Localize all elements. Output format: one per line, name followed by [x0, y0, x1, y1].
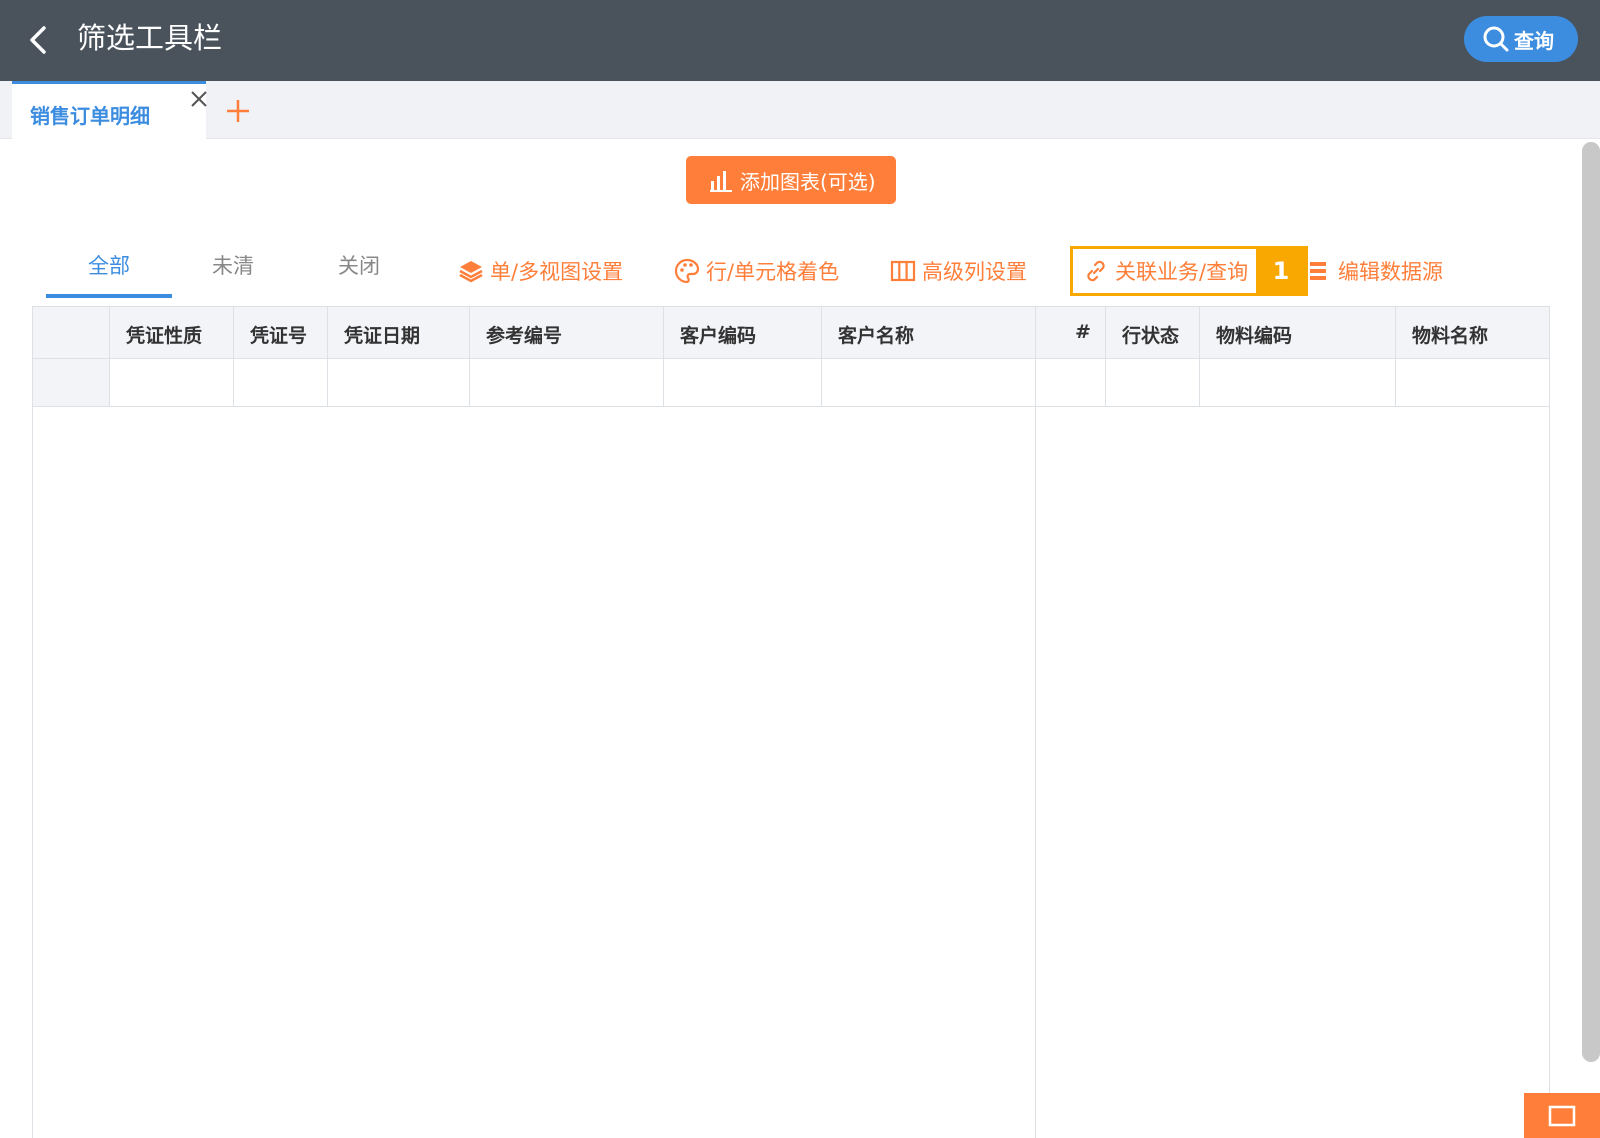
window-icon: [1548, 1105, 1576, 1126]
add-tab-icon[interactable]: [224, 97, 252, 125]
column-divider: [1395, 307, 1396, 358]
query-button-label: 查询: [1514, 28, 1554, 53]
table-cell[interactable]: [1395, 359, 1396, 407]
table-cell[interactable]: [327, 359, 328, 407]
column-header-customer-code[interactable]: 客户编码: [680, 321, 756, 348]
column-header-voucher-number[interactable]: 凭证号: [250, 321, 307, 348]
edit-datasource-label: 编辑数据源: [1338, 260, 1443, 284]
column-header-line-status[interactable]: 行状态: [1122, 321, 1179, 348]
column-divider: [233, 307, 234, 358]
column-divider: [1105, 307, 1106, 358]
status-tab-all[interactable]: 全部: [88, 250, 130, 280]
tab-sales-order-detail[interactable]: 销售订单明细: [12, 81, 207, 139]
step-badge: 1: [1256, 246, 1306, 296]
active-tab-underline: [46, 294, 172, 298]
table-cell[interactable]: [233, 359, 234, 407]
advanced-columns-label: 高级列设置: [922, 260, 1027, 284]
table-cell[interactable]: [1105, 359, 1106, 407]
column-header-item-code[interactable]: 物料编码: [1216, 321, 1292, 348]
layers-icon: [459, 261, 483, 283]
window-toggle-button[interactable]: [1524, 1093, 1600, 1138]
cell-color-label: 行/单元格着色: [706, 260, 840, 284]
table-cell[interactable]: [821, 359, 822, 407]
advanced-columns-button[interactable]: 高级列设置: [890, 256, 1027, 286]
table-cell[interactable]: [1035, 359, 1036, 407]
page-title: 筛选工具栏: [77, 21, 223, 55]
tab-label: 销售订单明细: [30, 104, 150, 128]
column-divider: [821, 307, 822, 358]
edit-datasource-button[interactable]: 编辑数据源: [1306, 256, 1443, 286]
list-icon: [1310, 262, 1326, 280]
back-arrow-icon[interactable]: [26, 24, 54, 56]
vertical-scrollbar[interactable]: [1582, 142, 1600, 1062]
search-icon: [1483, 26, 1509, 52]
column-divider: [327, 307, 328, 358]
query-button[interactable]: 查询: [1464, 16, 1578, 62]
column-divider: [663, 307, 664, 358]
column-divider: [469, 307, 470, 358]
view-settings-label: 单/多视图设置: [490, 260, 624, 284]
column-header-line-number[interactable]: #: [1075, 321, 1091, 343]
data-table: 凭证性质 凭证号 凭证日期 参考编号 客户编码 客户名称 # 行状态 物料编码 …: [32, 306, 1550, 1138]
column-header-voucher-type[interactable]: 凭证性质: [126, 321, 202, 348]
column-divider: [1199, 307, 1200, 358]
table-row[interactable]: [33, 359, 1549, 407]
column-divider: [1035, 307, 1036, 358]
table-cell[interactable]: [109, 359, 110, 407]
top-header: 筛选工具栏 查询: [0, 0, 1600, 81]
status-tab-open[interactable]: 未清: [212, 250, 254, 280]
column-header-reference-number[interactable]: 参考编号: [486, 321, 562, 348]
add-chart-button[interactable]: 添加图表(可选): [686, 156, 896, 204]
table-header: 凭证性质 凭证号 凭证日期 参考编号 客户编码 客户名称 # 行状态 物料编码 …: [33, 307, 1549, 359]
view-settings-button[interactable]: 单/多视图设置: [458, 256, 623, 286]
palette-icon: [674, 258, 700, 284]
column-header-item-name[interactable]: 物料名称: [1412, 321, 1488, 348]
column-header-customer-name[interactable]: 客户名称: [838, 321, 914, 348]
cell-color-button[interactable]: 行/单元格着色: [674, 256, 839, 286]
table-cell[interactable]: [469, 359, 470, 407]
close-icon[interactable]: [188, 88, 210, 110]
table-cell[interactable]: [663, 359, 664, 407]
bar-chart-icon: [710, 171, 732, 192]
column-header-voucher-date[interactable]: 凭证日期: [344, 321, 420, 348]
column-divider: [109, 307, 110, 358]
columns-icon: [890, 260, 916, 282]
table-cell[interactable]: [1199, 359, 1200, 407]
status-tab-closed[interactable]: 关闭: [338, 250, 380, 280]
frozen-column-divider: [1035, 407, 1036, 1138]
add-chart-label: 添加图表(可选): [740, 169, 876, 194]
